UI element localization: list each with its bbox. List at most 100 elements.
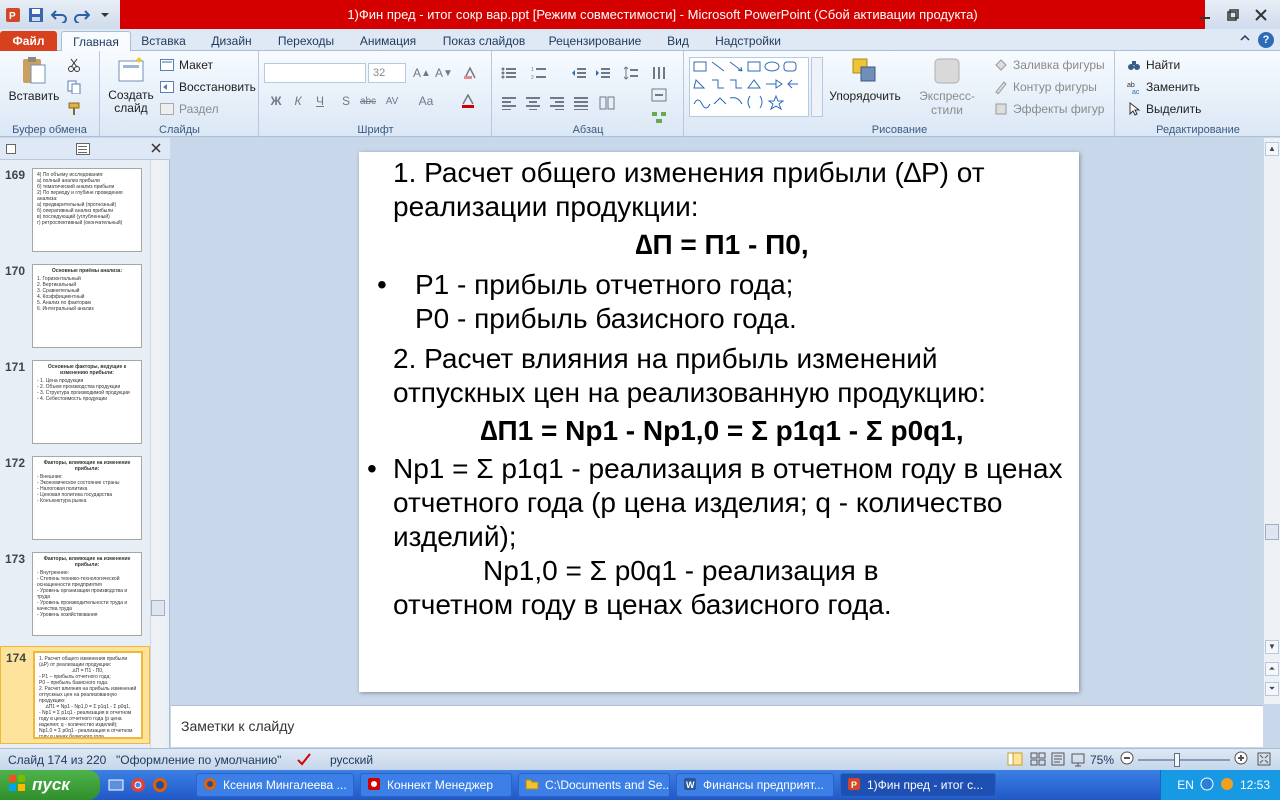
undo-icon[interactable] <box>49 5 69 25</box>
zoom-level[interactable]: 75% <box>1090 753 1114 767</box>
shadow-icon[interactable]: S <box>336 91 356 111</box>
thumbnail-row[interactable]: 170 Основные приёмы анализа: 1. Горизонт… <box>0 264 150 356</box>
thumbnail-row[interactable]: 172 Факторы, влияющие на изменение прибы… <box>0 456 150 548</box>
scroll-down-icon[interactable]: ▼ <box>1265 640 1279 654</box>
align-text-icon[interactable] <box>649 85 669 105</box>
save-icon[interactable] <box>26 5 46 25</box>
clock[interactable]: 12:53 <box>1240 778 1270 792</box>
increase-indent-icon[interactable] <box>593 63 613 83</box>
change-case-icon[interactable]: Aa <box>416 91 436 111</box>
network-icon[interactable] <box>1200 777 1214 794</box>
copy-icon[interactable] <box>64 77 84 97</box>
minimize-ribbon-icon[interactable] <box>1240 32 1250 46</box>
chrome-icon[interactable] <box>130 777 146 796</box>
close-icon[interactable] <box>1250 6 1272 24</box>
layout-button[interactable]: Макет <box>159 55 213 75</box>
columns-icon[interactable] <box>597 93 617 113</box>
theme-name[interactable]: "Оформление по умолчанию" <box>116 753 281 767</box>
shape-fill-button[interactable]: Заливка фигуры <box>993 55 1105 75</box>
spellcheck-icon[interactable] <box>296 751 312 770</box>
taskbar-item[interactable]: W Финансы предприят... <box>676 773 834 797</box>
normal-view-icon[interactable] <box>1007 751 1023 770</box>
slides-panel-scrollbar[interactable] <box>150 160 166 748</box>
zoom-slider[interactable] <box>1138 753 1230 767</box>
paste-button[interactable]: Вставить <box>8 55 60 103</box>
zoom-out-icon[interactable] <box>1120 751 1134 768</box>
quick-styles-button[interactable]: Экспресс-стили <box>905 55 989 117</box>
language-indicator[interactable]: русский <box>330 753 373 767</box>
font-color-icon[interactable] <box>458 91 478 111</box>
reading-view-icon[interactable] <box>1050 751 1066 770</box>
grow-font-icon[interactable]: A ▲ <box>412 63 432 83</box>
reset-button[interactable]: Восстановить <box>159 77 256 97</box>
shrink-font-icon[interactable]: A ▼ <box>434 63 454 83</box>
slide-thumbnail[interactable]: Факторы, влияющие на изменение прибыли: … <box>32 456 142 540</box>
close-panel-icon[interactable] <box>150 142 162 157</box>
char-spacing-icon[interactable]: AV <box>382 91 402 111</box>
scroll-thumb[interactable] <box>1265 524 1279 540</box>
thumbnail-row[interactable]: 169 4) По объему исследования: а) полный… <box>0 168 150 260</box>
fit-window-icon[interactable] <box>1256 751 1272 770</box>
zoom-slider-thumb[interactable] <box>1174 753 1180 767</box>
justify-icon[interactable] <box>571 93 591 113</box>
bullets-icon[interactable] <box>499 63 519 83</box>
bold-icon[interactable]: Ж <box>266 91 286 111</box>
tab-file[interactable]: Файл <box>0 31 57 51</box>
slide-thumbnail[interactable]: Основные факторы, ведущие к изменению пр… <box>32 360 142 444</box>
redo-icon[interactable] <box>72 5 92 25</box>
taskbar-item[interactable]: Ксения Мингалеева ... <box>196 773 354 797</box>
customize-qat-icon[interactable] <box>95 5 115 25</box>
tab-insert[interactable]: Вставка <box>136 31 191 51</box>
shapes-gallery[interactable] <box>689 57 809 117</box>
slide-sorter-icon[interactable] <box>1030 751 1046 770</box>
slides-tab-icon[interactable] <box>6 144 16 154</box>
scroll-up-icon[interactable]: ▲ <box>1265 142 1279 156</box>
new-slide-button[interactable]: Создать слайд <box>107 55 155 115</box>
tab-transitions[interactable]: Переходы <box>271 31 341 51</box>
shape-outline-button[interactable]: Контур фигуры <box>993 77 1097 97</box>
slide-thumbnail[interactable]: Факторы, влияющие на изменение прибыли: … <box>32 552 142 636</box>
tab-slideshow[interactable]: Показ слайдов <box>434 31 534 51</box>
clear-format-icon[interactable] <box>460 63 480 83</box>
italic-icon[interactable]: К <box>288 91 308 111</box>
keyboard-language[interactable]: EN <box>1177 778 1194 792</box>
section-button[interactable]: Раздел <box>159 99 219 119</box>
tab-addins[interactable]: Надстройки <box>706 31 790 51</box>
slide-thumbnail[interactable]: 4) По объему исследования: а) полный ана… <box>32 168 142 252</box>
notes-placeholder[interactable]: Заметки к слайду <box>181 718 294 734</box>
help-icon[interactable]: ? <box>1258 32 1274 48</box>
zoom-in-icon[interactable] <box>1234 751 1248 768</box>
format-painter-icon[interactable] <box>64 99 84 119</box>
start-button[interactable]: пуск <box>0 770 100 800</box>
prev-slide-icon[interactable]: ⏶ <box>1265 662 1279 676</box>
scroll-thumb[interactable] <box>151 600 165 616</box>
slide-canvas[interactable]: 1. Расчет общего изменения прибыли (∆P) … <box>359 152 1079 692</box>
align-left-icon[interactable] <box>499 93 519 113</box>
shape-effects-button[interactable]: Эффекты фигур <box>993 99 1104 119</box>
taskbar-item[interactable]: Коннект Менеджер <box>360 773 512 797</box>
tab-view[interactable]: Вид <box>660 31 696 51</box>
restore-icon[interactable] <box>1222 6 1244 24</box>
outline-tab-icon[interactable] <box>76 143 90 158</box>
text-direction-icon[interactable] <box>649 63 669 83</box>
minimize-icon[interactable] <box>1194 6 1216 24</box>
powerpoint-logo-icon[interactable]: P <box>3 5 23 25</box>
cut-icon[interactable] <box>64 55 84 75</box>
slideshow-view-icon[interactable] <box>1070 751 1086 770</box>
find-button[interactable]: Найти <box>1126 55 1180 75</box>
numbering-icon[interactable]: 12 <box>529 63 549 83</box>
slide-thumbnail[interactable]: 1. Расчет общего изменения прибыли (∆P) … <box>33 651 143 739</box>
select-button[interactable]: Выделить <box>1126 99 1201 119</box>
replace-button[interactable]: ab ac Заменить <box>1126 77 1200 97</box>
line-spacing-icon[interactable] <box>621 63 641 83</box>
strikethrough-icon[interactable]: abc <box>358 91 378 111</box>
desktop-icon[interactable] <box>108 777 124 796</box>
align-center-icon[interactable] <box>523 93 543 113</box>
font-name-field[interactable] <box>264 63 366 83</box>
arrange-button[interactable]: Упорядочить <box>827 55 903 103</box>
shapes-gallery-scroll[interactable] <box>811 57 823 117</box>
underline-icon[interactable]: Ч <box>310 91 330 111</box>
firefox-icon[interactable] <box>152 777 168 796</box>
slide-thumbnail[interactable]: Основные приёмы анализа: 1. Горизонтальн… <box>32 264 142 348</box>
notes-pane[interactable]: Заметки к слайду <box>171 705 1263 747</box>
